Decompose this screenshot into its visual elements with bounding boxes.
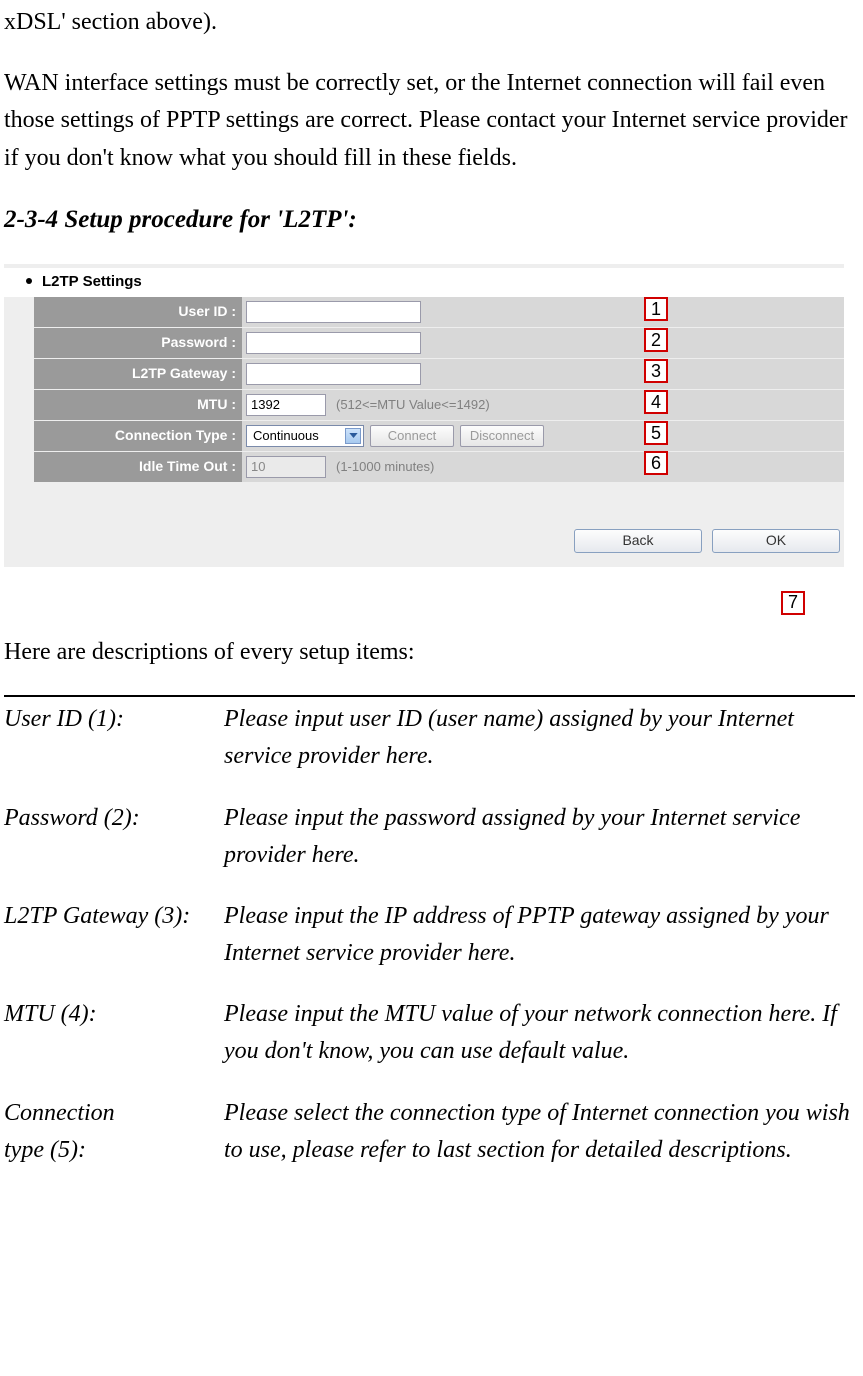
term-mtu: MTU (4):: [4, 996, 224, 1070]
def-connection-type: Connection type (5): Please select the c…: [4, 1095, 855, 1169]
row-password: Password :: [34, 328, 844, 358]
def-user-id: User ID (1): Please input user ID (user …: [4, 701, 855, 775]
bullet-icon: [26, 278, 32, 284]
select-value: Continuous: [253, 426, 319, 446]
row-user-id: User ID :: [34, 297, 844, 327]
callout-5: 5: [644, 421, 668, 445]
ok-button[interactable]: OK: [712, 529, 840, 553]
chevron-down-icon: [345, 428, 361, 444]
desc-mtu: Please input the MTU value of your netwo…: [224, 996, 855, 1070]
figure-title-row: L2TP Settings: [4, 268, 844, 297]
label-gateway: L2TP Gateway :: [34, 359, 242, 389]
def-password: Password (2): Please input the password …: [4, 800, 855, 874]
row-connection-type: Connection Type : Continuous Connect Dis…: [34, 421, 844, 451]
row-mtu: MTU : (512<=MTU Value<=1492): [34, 390, 844, 420]
label-user-id: User ID :: [34, 297, 242, 327]
def-gateway: L2TP Gateway (3): Please input the IP ad…: [4, 898, 855, 972]
select-connection-type[interactable]: Continuous: [246, 425, 364, 447]
term-password: Password (2):: [4, 800, 224, 874]
input-gateway[interactable]: [246, 363, 421, 385]
term-user-id: User ID (1):: [4, 701, 224, 775]
figure-title: L2TP Settings: [42, 270, 142, 293]
hint-idle-timeout: (1-1000 minutes): [332, 457, 434, 477]
callout-3: 3: [644, 359, 668, 383]
desc-user-id: Please input user ID (user name) assigne…: [224, 701, 855, 775]
callout-6: 6: [644, 451, 668, 475]
back-button[interactable]: Back: [574, 529, 702, 553]
label-mtu: MTU :: [34, 390, 242, 420]
desc-connection-type: Please select the connection type of Int…: [224, 1095, 855, 1169]
input-idle-timeout: [246, 456, 326, 478]
def-mtu: MTU (4): Please input the MTU value of y…: [4, 996, 855, 1070]
l2tp-settings-figure: L2TP Settings User ID : Password : L2TP …: [4, 264, 844, 567]
term-connection-type: Connection type (5):: [4, 1095, 224, 1169]
row-idle-timeout: Idle Time Out : (1-1000 minutes): [34, 452, 844, 482]
desc-gateway: Please input the IP address of PPTP gate…: [224, 898, 855, 972]
term-gateway: L2TP Gateway (3):: [4, 898, 224, 972]
input-mtu[interactable]: [246, 394, 326, 416]
callout-2: 2: [644, 328, 668, 352]
label-password: Password :: [34, 328, 242, 358]
callout-4: 4: [644, 390, 668, 414]
callout-1: 1: [644, 297, 668, 321]
row-gateway: L2TP Gateway :: [34, 359, 844, 389]
desc-password: Please input the password assigned by yo…: [224, 800, 855, 874]
callout-7: 7: [781, 591, 805, 615]
intro-paragraph: WAN interface settings must be correctly…: [4, 65, 855, 177]
label-connection-type: Connection Type :: [34, 421, 242, 451]
disconnect-button[interactable]: Disconnect: [460, 425, 544, 447]
section-heading: 2-3-4 Setup procedure for 'L2TP':: [4, 201, 855, 240]
input-password[interactable]: [246, 332, 421, 354]
hint-mtu: (512<=MTU Value<=1492): [332, 395, 490, 415]
descriptions-intro: Here are descriptions of every setup ite…: [4, 634, 855, 671]
intro-fragment: xDSL' section above).: [4, 4, 855, 41]
label-idle-timeout: Idle Time Out :: [34, 452, 242, 482]
definitions-section: User ID (1): Please input user ID (user …: [4, 695, 855, 1169]
connect-button[interactable]: Connect: [370, 425, 454, 447]
input-user-id[interactable]: [246, 301, 421, 323]
